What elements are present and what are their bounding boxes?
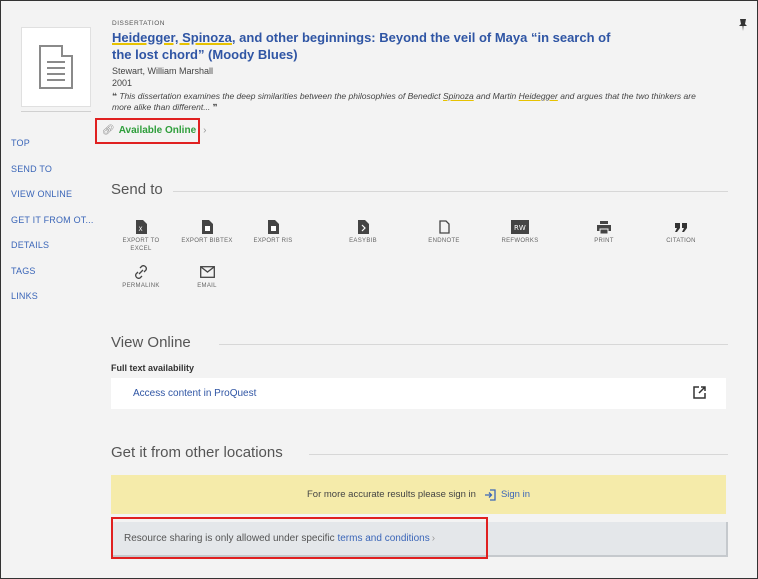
svg-text:RW: RW xyxy=(514,224,526,232)
section-nav: TOP SEND TO VIEW ONLINE GET IT FROM OT..… xyxy=(11,138,111,317)
external-link-icon[interactable] xyxy=(693,386,706,399)
signin-icon xyxy=(484,488,496,501)
export-ris-button[interactable]: EXPORT RIS xyxy=(243,220,303,245)
send-to-divider xyxy=(173,191,728,192)
available-online-link[interactable]: 🔗︎ Available Online › xyxy=(102,125,206,136)
easybib-icon xyxy=(357,220,369,234)
nav-item-view-online[interactable]: VIEW ONLINE xyxy=(11,189,111,215)
bibtex-icon xyxy=(201,220,213,234)
export-excel-button[interactable]: X EXPORT TO EXCEL xyxy=(111,220,171,253)
record-type: DISSERTATION xyxy=(112,20,165,27)
record-description: ❝ This dissertation examines the deep si… xyxy=(112,91,696,112)
print-button[interactable]: PRINT xyxy=(574,220,634,245)
full-record-page: DISSERTATION Heidegger, Spinoza, and oth… xyxy=(0,0,758,579)
nav-item-get-it[interactable]: GET IT FROM OT... xyxy=(11,215,111,241)
signin-button[interactable]: Sign in xyxy=(484,488,530,501)
resource-sharing-text: Resource sharing is only allowed under s… xyxy=(124,533,436,544)
svg-text:X: X xyxy=(138,226,142,233)
excel-icon: X xyxy=(135,220,147,234)
chevron-right-icon: › xyxy=(203,125,207,136)
thumbnail-divider xyxy=(21,111,91,112)
record-author: Stewart, William Marshall xyxy=(112,66,214,76)
endnote-icon xyxy=(438,220,450,234)
view-online-divider xyxy=(219,344,728,345)
citation-button[interactable]: CITATION xyxy=(651,220,711,245)
nav-item-top[interactable]: TOP xyxy=(11,138,111,164)
easybib-button[interactable]: EASYBIB xyxy=(333,220,393,245)
signin-label[interactable]: Sign in xyxy=(501,489,530,500)
paperclip-icon: 🔗︎ xyxy=(102,125,115,136)
nav-item-details[interactable]: DETAILS xyxy=(11,240,111,266)
endnote-button[interactable]: ENDNOTE xyxy=(414,220,474,245)
pin-icon[interactable] xyxy=(739,19,747,31)
view-online-heading: View Online xyxy=(111,334,191,351)
full-text-availability-label: Full text availability xyxy=(111,363,195,373)
nav-item-send-to[interactable]: SEND TO xyxy=(11,164,111,190)
nav-item-links[interactable]: LINKS xyxy=(11,291,111,317)
ris-icon xyxy=(267,220,279,234)
permalink-icon xyxy=(135,265,147,279)
email-button[interactable]: EMAIL xyxy=(177,265,237,290)
get-it-heading: Get it from other locations xyxy=(111,444,283,461)
print-icon xyxy=(597,220,611,234)
nav-item-tags[interactable]: TAGS xyxy=(11,266,111,292)
signin-banner: For more accurate results please sign in… xyxy=(111,475,726,514)
export-bibtex-button[interactable]: EXPORT BIBTEX xyxy=(177,220,237,245)
record-title-part1[interactable]: Heidegger, Spinoza xyxy=(112,30,232,45)
chevron-right-icon: › xyxy=(431,533,436,544)
get-it-divider xyxy=(309,454,728,455)
citation-icon xyxy=(675,222,687,232)
access-proquest-row[interactable]: Access content in ProQuest xyxy=(111,378,726,409)
access-proquest-link[interactable]: Access content in ProQuest xyxy=(133,388,256,399)
available-online-label[interactable]: Available Online xyxy=(119,125,196,136)
signin-prompt: For more accurate results please sign in xyxy=(306,489,476,500)
send-to-heading: Send to xyxy=(111,181,163,198)
permalink-button[interactable]: PERMALINK xyxy=(111,265,171,290)
record-thumbnail[interactable] xyxy=(21,27,91,107)
refworks-button[interactable]: RW REFWORKS xyxy=(490,220,550,245)
quote-close-icon: ❞ xyxy=(210,102,218,112)
terms-conditions-link[interactable]: terms and conditions xyxy=(337,533,429,544)
record-year: 2001 xyxy=(112,78,133,88)
document-icon xyxy=(39,45,73,89)
refworks-icon: RW xyxy=(511,220,529,234)
email-icon xyxy=(199,266,215,278)
record-title[interactable]: Heidegger, Spinoza, and other beginnings… xyxy=(112,29,632,63)
